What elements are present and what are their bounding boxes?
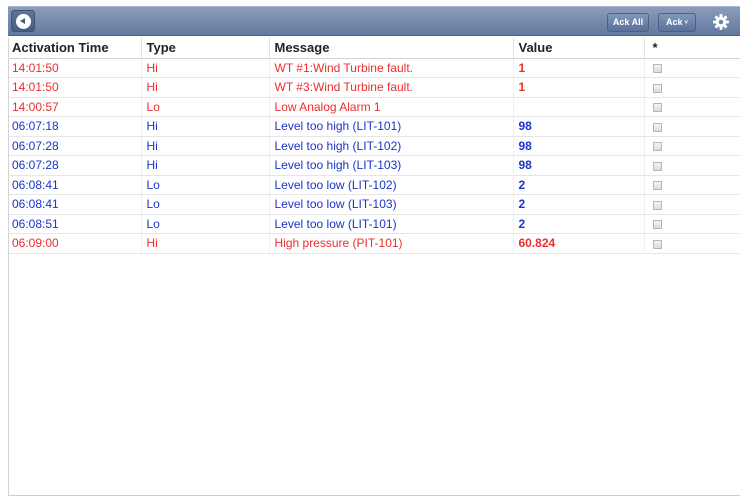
chevron-down-icon: ˅ [684,19,689,26]
ack-cell [644,77,740,98]
activation-time-cell: 14:01:50 [9,58,142,78]
toolbar: Ack All Ack ˅ [8,6,740,36]
alarm-row[interactable]: 06:09:00 Hi High pressure (PIT-101) 60.8… [9,233,740,254]
column-header-value[interactable]: Value [513,38,645,59]
column-header-activation-time[interactable]: Activation Time [9,38,142,59]
ack-checkbox[interactable] [652,161,662,171]
alarm-row[interactable]: 14:00:57 Lo Low Analog Alarm 1 [9,97,740,117]
value-cell: 2 [513,214,645,234]
ack-cell [644,136,740,156]
alarm-row[interactable]: 06:07:28 Hi Level too high (LIT-103) 98 [9,155,740,176]
alarm-viewer: Ack All Ack ˅ Activation Time Type Messa… [0,0,740,498]
ack-checkbox[interactable] [652,142,662,152]
ack-cell [644,97,740,117]
alarm-row[interactable]: 06:07:18 Hi Level too high (LIT-101) 98 [9,116,740,137]
column-header-message[interactable]: Message [269,38,514,59]
ack-checkbox[interactable] [652,220,662,230]
activation-time-cell: 06:08:41 [9,175,142,195]
ack-checkbox[interactable] [652,83,662,93]
alarm-row[interactable]: 14:01:50 Hi WT #3:Wind Turbine fault. 1 [9,77,740,98]
ack-checkbox[interactable] [652,64,662,74]
message-cell: WT #3:Wind Turbine fault. [269,77,514,98]
value-cell: 1 [513,77,645,98]
message-cell: High pressure (PIT-101) [269,233,514,254]
message-cell: Level too low (LIT-103) [269,194,514,215]
type-cell: Hi [141,155,270,176]
type-cell: Lo [141,97,270,117]
alarm-row[interactable]: 06:08:41 Lo Level too low (LIT-102) 2 [9,175,740,195]
alarm-grid: Activation Time Type Message Value * 14:… [8,38,740,496]
alarm-table: Activation Time Type Message Value * 14:… [9,38,740,254]
gear-icon [713,14,729,30]
activation-time-cell: 06:09:00 [9,233,142,254]
type-cell: Lo [141,194,270,215]
message-cell: Level too high (LIT-101) [269,116,514,137]
activation-time-cell: 06:07:28 [9,155,142,176]
value-cell: 2 [513,194,645,215]
message-cell: Level too low (LIT-101) [269,214,514,234]
back-button[interactable] [11,10,35,32]
type-cell: Lo [141,214,270,234]
back-icon [15,13,31,29]
value-cell: 98 [513,155,645,176]
ack-cell [644,116,740,137]
value-cell: 60.824 [513,233,645,254]
type-cell: Lo [141,175,270,195]
ack-cell [644,214,740,234]
ack-checkbox[interactable] [652,200,662,210]
activation-time-cell: 06:08:51 [9,214,142,234]
message-cell: Level too high (LIT-102) [269,136,514,156]
type-cell: Hi [141,136,270,156]
ack-cell [644,58,740,78]
message-cell: WT #1:Wind Turbine fault. [269,58,514,78]
activation-time-cell: 06:08:41 [9,194,142,215]
message-cell: Low Analog Alarm 1 [269,97,514,117]
value-cell: 2 [513,175,645,195]
value-cell [513,97,645,117]
ack-checkbox[interactable] [652,239,662,249]
activation-time-cell: 14:00:57 [9,97,142,117]
message-cell: Level too low (LIT-102) [269,175,514,195]
value-cell: 1 [513,58,645,78]
ack-checkbox[interactable] [652,181,662,191]
header-row: Activation Time Type Message Value * [9,38,740,59]
ack-cell [644,233,740,254]
column-header-ack[interactable]: * [644,38,740,59]
activation-time-cell: 06:07:28 [9,136,142,156]
alarm-row[interactable]: 14:01:50 Hi WT #1:Wind Turbine fault. 1 [9,58,740,78]
activation-time-cell: 14:01:50 [9,77,142,98]
activation-time-cell: 06:07:18 [9,116,142,137]
alarm-row[interactable]: 06:08:51 Lo Level too low (LIT-101) 2 [9,214,740,234]
type-cell: Hi [141,58,270,78]
ack-all-label: Ack All [612,17,644,27]
ack-cell [644,194,740,215]
type-cell: Hi [141,116,270,137]
value-cell: 98 [513,116,645,137]
type-cell: Hi [141,233,270,254]
column-header-type[interactable]: Type [141,38,270,59]
ack-dropdown-button[interactable]: Ack ˅ [658,13,696,32]
settings-button[interactable] [711,12,731,32]
ack-checkbox[interactable] [652,122,662,132]
alarm-row[interactable]: 06:07:28 Hi Level too high (LIT-102) 98 [9,136,740,156]
ack-label: Ack [665,17,683,27]
alarm-row[interactable]: 06:08:41 Lo Level too low (LIT-103) 2 [9,194,740,215]
message-cell: Level too high (LIT-103) [269,155,514,176]
value-cell: 98 [513,136,645,156]
ack-all-button[interactable]: Ack All [607,13,649,32]
type-cell: Hi [141,77,270,98]
ack-cell [644,175,740,195]
ack-checkbox[interactable] [652,103,662,113]
ack-cell [644,155,740,176]
